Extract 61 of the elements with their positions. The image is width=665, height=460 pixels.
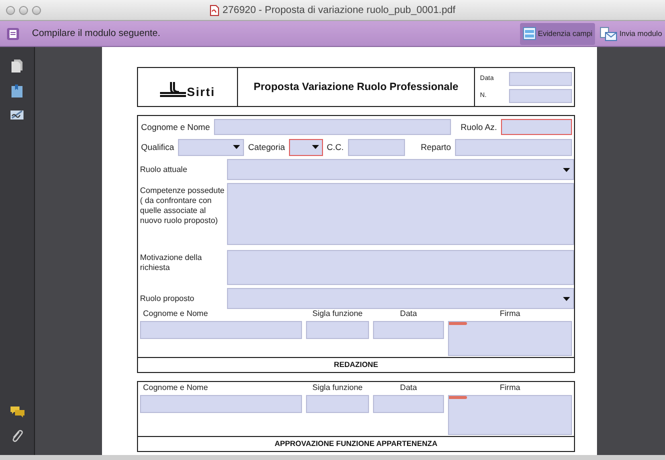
- dropdown-arrow-icon: [563, 296, 570, 300]
- field-label: Categoria: [248, 142, 285, 152]
- dropdown-field[interactable]: [227, 288, 574, 309]
- column-label: Firma: [500, 383, 520, 393]
- input-field[interactable]: [501, 119, 572, 135]
- signature-field[interactable]: [448, 395, 572, 435]
- paperclip-icon[interactable]: [11, 429, 23, 443]
- column-label: Sigla funzione: [312, 383, 363, 393]
- column-label: Sigla funzione: [312, 309, 363, 319]
- form-title: Proposta Variazione Ruolo Professionale: [238, 68, 475, 106]
- dropdown-arrow-icon: [563, 168, 570, 172]
- envelope-icon: [600, 26, 618, 40]
- minimize-button[interactable]: [19, 6, 28, 14]
- column-label: Firma: [500, 309, 520, 319]
- dropdown-field[interactable]: [288, 138, 323, 156]
- field-label: Ruolo Az.: [460, 122, 497, 132]
- logo-icon: [160, 82, 186, 98]
- form-icon: [6, 26, 20, 40]
- input-field[interactable]: [140, 321, 302, 339]
- dropdown-field[interactable]: [178, 138, 244, 156]
- highlight-fields-icon: [522, 27, 536, 40]
- column-label: Cognome e Nome: [142, 383, 209, 393]
- field-label: Qualifica: [141, 142, 174, 152]
- company-logo-text: Sirti: [186, 86, 216, 98]
- input-field[interactable]: [509, 88, 572, 102]
- signature-icon[interactable]: [10, 109, 24, 121]
- column-label: Data: [400, 383, 417, 393]
- pdf-file-icon: [210, 4, 219, 16]
- text-area[interactable]: [227, 183, 574, 245]
- field-label: Ruolo attuale: [139, 164, 188, 174]
- signature-field[interactable]: [448, 321, 572, 356]
- zoom-button[interactable]: [32, 6, 41, 14]
- input-field[interactable]: [373, 321, 444, 339]
- dropdown-field[interactable]: [227, 159, 574, 180]
- pages-icon[interactable]: [11, 59, 23, 73]
- dropdown-arrow-icon: [312, 145, 319, 149]
- column-label: Data: [400, 309, 417, 319]
- close-button[interactable]: [6, 6, 15, 14]
- field-label: C.C.: [326, 142, 344, 152]
- input-field[interactable]: [455, 138, 572, 156]
- comments-icon[interactable]: [10, 406, 24, 418]
- input-field[interactable]: [509, 72, 572, 86]
- field-label: Cognome e Nome: [141, 122, 210, 132]
- signature-flag-icon: [449, 396, 467, 399]
- field-label: Ruolo proposto: [139, 294, 196, 304]
- field-label: Motivazione della richiesta: [139, 252, 203, 273]
- dropdown-arrow-icon: [233, 145, 240, 149]
- input-field[interactable]: [306, 321, 369, 339]
- input-field[interactable]: [214, 119, 451, 135]
- text-area[interactable]: [227, 250, 574, 285]
- column-label: Cognome e Nome: [142, 309, 209, 319]
- form-message: Compilare il modulo seguente.: [32, 28, 162, 39]
- input-field[interactable]: [373, 395, 444, 413]
- signature-flag-icon: [449, 322, 467, 325]
- field-label: Reparto: [420, 142, 451, 152]
- input-field[interactable]: [140, 395, 302, 413]
- input-field[interactable]: [306, 395, 369, 413]
- input-field[interactable]: [348, 138, 405, 156]
- window-title: 276920 - Proposta di variazione ruolo_pub_0001.pdf: [222, 4, 456, 16]
- field-label: Competenze possedute ( da confrontare con quelle associate al nuovo ruolo proposto): [139, 185, 226, 226]
- bookmarks-icon[interactable]: [11, 84, 23, 98]
